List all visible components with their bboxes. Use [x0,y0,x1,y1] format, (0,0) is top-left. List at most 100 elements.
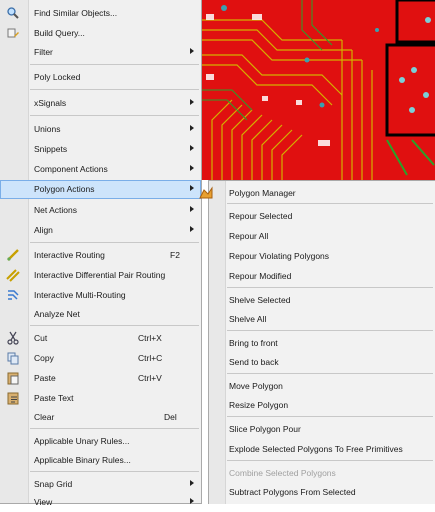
menu-item-label: Repour Violating Polygons [229,251,330,261]
menu-item-label: xSignals [34,98,67,108]
menu-item-find-similar-objects[interactable]: Find Similar Objects... [0,4,201,23]
menu-item-unions[interactable]: Unions [0,120,201,139]
menu-item-repour-all[interactable]: Repour All [209,227,435,246]
menu-separator [227,330,433,331]
menu-item-polygon-actions[interactable]: Polygon Actions [0,180,201,199]
menu-item-move-polygon[interactable]: Move Polygon [209,377,435,396]
menu-separator [30,471,199,472]
build-query-icon [7,28,19,38]
menu-separator [227,416,433,417]
menu-shortcut: Ctrl+X [138,333,162,343]
menu-item-label: Resize Polygon [229,400,289,410]
menu-item-label: Interactive Multi-Routing [34,290,126,300]
menu-item-label: Interactive Routing [34,250,105,260]
menu-item-build-query[interactable]: Build Query... [0,24,201,43]
submenu-arrow-icon [190,99,194,105]
menu-item-label: Send to back [229,357,279,367]
menu-item-label: View [34,497,53,507]
menu-item-label: Snippets [34,144,68,154]
submenu-arrow-icon [190,498,194,504]
menu-item-bring-to-front[interactable]: Bring to front [209,334,435,353]
submenu-arrow-icon [190,48,194,54]
menu-item-label: Unions [34,124,61,134]
menu-item-net-actions[interactable]: Net Actions [0,201,201,220]
diff-pair-routing-icon [6,269,20,282]
menu-item-label: Poly Locked [34,72,81,82]
menu-item-label: Component Actions [34,164,108,174]
pcb-canvas[interactable] [202,0,435,180]
menu-separator [30,242,199,243]
menu-item-label: Interactive Differential Pair Routing [34,270,166,280]
menu-item-send-to-back[interactable]: Send to back [209,353,435,372]
menu-item-label: Net Actions [34,205,77,215]
menu-separator [30,428,199,429]
menu-item-snap-grid[interactable]: Snap Grid [0,475,201,494]
menu-item-interactive-diff-pair-routing[interactable]: Interactive Differential Pair Routing [0,266,201,285]
menu-item-shelve-selected[interactable]: Shelve Selected [209,291,435,310]
menu-item-label: Repour Selected [229,211,293,221]
menu-item-resize-polygon[interactable]: Resize Polygon [209,396,435,415]
menu-item-applicable-binary-rules[interactable]: Applicable Binary Rules... [0,451,201,470]
menu-item-label: Subtract Polygons From Selected [229,487,356,497]
submenu-arrow-icon [190,145,194,151]
menu-item-label: Polygon Actions [34,184,95,194]
menu-item-interactive-multi-routing[interactable]: Interactive Multi-Routing [0,286,201,305]
menu-item-explode-selected-polygons[interactable]: Explode Selected Polygons To Free Primit… [209,440,435,459]
menu-item-clear[interactable]: Clear Del [0,408,201,427]
menu-item-repour-modified[interactable]: Repour Modified [209,267,435,286]
menu-item-align[interactable]: Align [0,221,201,240]
menu-item-combine-selected-polygons: Combine Selected Polygons [209,464,435,483]
menu-separator [227,373,433,374]
menu-item-paste-text[interactable]: Paste Text [0,389,201,408]
menu-item-filter[interactable]: Filter [0,43,201,62]
menu-item-polygon-manager[interactable]: Polygon Manager [199,184,435,203]
menu-item-label: Paste [34,373,56,383]
menu-separator [227,203,433,204]
menu-item-poly-locked[interactable]: Poly Locked [0,68,201,87]
menu-item-label: Copy [34,353,54,363]
menu-item-paste[interactable]: Paste Ctrl+V [0,369,201,388]
menu-item-slice-polygon-pour[interactable]: Slice Polygon Pour [209,420,435,439]
menu-item-label: Combine Selected Polygons [229,468,336,478]
menu-item-label: Analyze Net [34,309,80,319]
menu-separator [227,287,433,288]
cut-icon [7,331,19,345]
menu-item-cut[interactable]: Cut Ctrl+X [0,329,201,348]
menu-item-label: Shelve All [229,314,267,324]
menu-item-label: Paste Text [34,393,74,403]
menu-separator [30,325,199,326]
submenu-arrow-icon [190,226,194,232]
menu-item-xsignals[interactable]: xSignals [0,94,201,113]
menu-item-shelve-all[interactable]: Shelve All [209,310,435,329]
menu-shortcut: Ctrl+V [138,373,162,383]
menu-item-applicable-unary-rules[interactable]: Applicable Unary Rules... [0,432,201,451]
menu-item-label: Cut [34,333,48,343]
menu-item-snippets[interactable]: Snippets [0,140,201,159]
polygon-actions-submenu: Polygon Manager Repour Selected Repour A… [199,180,435,504]
menu-item-label: Applicable Binary Rules... [34,455,131,465]
submenu-arrow-icon [190,165,194,171]
paste-text-icon [7,392,19,405]
menu-item-label: Shelve Selected [229,295,291,305]
menu-item-label: Build Query... [34,28,85,38]
menu-item-view[interactable]: View [0,493,201,512]
menu-separator [30,64,199,65]
menu-shortcut: Del [164,412,177,422]
submenu-arrow-icon [190,185,194,191]
menu-item-component-actions[interactable]: Component Actions [0,160,201,179]
menu-item-repour-selected[interactable]: Repour Selected [209,207,435,226]
copy-icon [7,352,19,365]
menu-separator [30,89,199,90]
menu-item-analyze-net[interactable]: Analyze Net [0,305,201,324]
menu-item-repour-violating-polygons[interactable]: Repour Violating Polygons [209,247,435,266]
submenu-arrow-icon [190,480,194,486]
menu-item-subtract-polygons-from-selected[interactable]: Subtract Polygons From Selected [209,483,435,502]
menu-item-label: Clear [34,412,55,422]
context-menu: Find Similar Objects... Build Query... F… [0,0,202,507]
polygon-manager-icon [199,186,213,199]
menu-item-label: Repour Modified [229,271,292,281]
menu-item-label: Applicable Unary Rules... [34,436,130,446]
menu-item-interactive-routing[interactable]: Interactive Routing F2 [0,246,201,265]
menu-item-label: Bring to front [229,338,278,348]
menu-item-copy[interactable]: Copy Ctrl+C [0,349,201,368]
